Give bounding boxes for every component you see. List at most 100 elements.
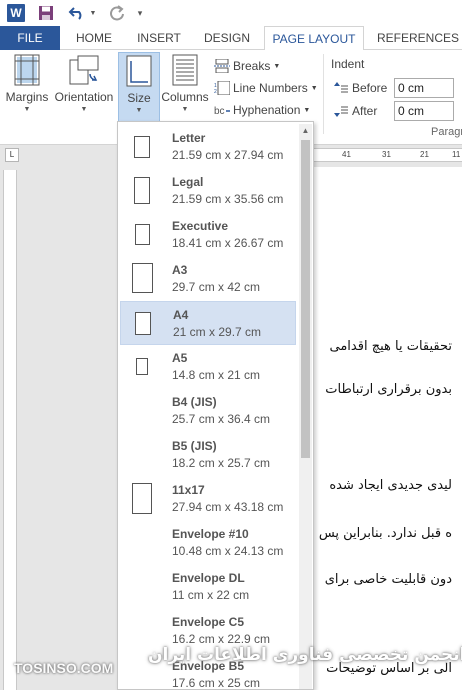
margins-label: Margins	[5, 90, 49, 104]
tab-page-layout[interactable]: PAGE LAYOUT	[264, 26, 364, 51]
spacing-before-row: Before	[334, 78, 388, 98]
ribbon-tabs: FILE HOME INSERT DESIGN PAGE LAYOUT REFE…	[0, 26, 462, 51]
chevron-down-icon: ▼	[273, 62, 281, 70]
size-option-a5[interactable]: A5 14.8 cm x 21 cm	[120, 345, 296, 389]
spacing-after-row: After	[334, 101, 388, 121]
orientation-button[interactable]: Orientation ▼	[52, 54, 116, 124]
size-option-dims: 29.7 cm x 42 cm	[172, 280, 261, 294]
size-option-11x17[interactable]: 11x17 27.94 cm x 43.18 cm	[120, 477, 296, 521]
tab-file[interactable]: FILE	[0, 26, 60, 50]
size-option-name: A3	[172, 263, 188, 277]
customize-qat-icon[interactable]: ▾	[134, 3, 146, 23]
tab-home[interactable]: HOME	[66, 26, 122, 50]
tab-selector[interactable]: L	[5, 148, 19, 162]
svg-text:bc: bc	[214, 106, 225, 117]
chevron-down-icon: ▼	[80, 106, 88, 113]
spacing-before-icon	[334, 82, 348, 93]
chevron-down-icon: ▼	[181, 106, 189, 113]
hyphenation-icon: bc	[214, 106, 230, 117]
chevron-down-icon: ▼	[310, 84, 318, 92]
watermark-english: TOSINSO.COM	[14, 660, 114, 676]
line-numbers-icon: 12	[214, 81, 230, 95]
size-label: Size	[127, 91, 151, 105]
scroll-up-arrow-icon[interactable]: ▲	[299, 124, 312, 137]
size-option-envelope-10[interactable]: Envelope #10 10.48 cm x 24.13 cm	[120, 521, 296, 565]
spacing-after-icon	[334, 106, 348, 117]
paper-icon	[135, 224, 150, 245]
quick-access-toolbar: W ▼ ▾	[0, 0, 462, 26]
size-option-executive[interactable]: Executive 18.41 cm x 26.67 cm	[120, 213, 296, 257]
chevron-down-icon: ▼	[23, 106, 31, 113]
size-option-b4-jis[interactable]: B4 (JIS) 25.7 cm x 36.4 cm	[120, 389, 296, 433]
size-option-name: B5 (JIS)	[172, 439, 217, 453]
document-line: دون قابلیت خاصی برای	[324, 572, 452, 587]
margins-button[interactable]: Margins ▼	[4, 54, 50, 124]
paper-icon	[132, 263, 153, 293]
paper-icon	[134, 136, 150, 158]
size-option-dims: 21.59 cm x 27.94 cm	[172, 148, 284, 162]
size-option-name: Letter	[172, 131, 206, 145]
size-option-dims: 21 cm x 29.7 cm	[173, 325, 262, 339]
hyphenation-button[interactable]: bc Hyphenation ▼	[214, 100, 310, 120]
breaks-button[interactable]: Breaks ▼	[214, 56, 280, 76]
watermark-persian: ITPro.ir - انجمن تخصصی فناوری اطلاعات ای…	[148, 645, 462, 665]
ruler-tick-label: 31	[382, 150, 391, 159]
size-option-dims: 25.7 cm x 36.4 cm	[172, 412, 271, 426]
size-option-a3[interactable]: A3 29.7 cm x 42 cm	[120, 257, 296, 301]
save-button[interactable]	[37, 3, 55, 23]
size-option-envelope-dl[interactable]: Envelope DL 11 cm x 22 cm	[120, 565, 296, 609]
ruler-tick-label: 21	[420, 150, 429, 159]
horizontal-ruler[interactable]: 41 31 21 11	[312, 148, 462, 162]
spacing-after-input[interactable]	[394, 101, 454, 121]
word-window: W ▼ ▾ FILE HOME INSERT DESIGN PAGE LAYOU…	[0, 0, 462, 690]
size-option-a4[interactable]: A4 21 cm x 29.7 cm	[120, 301, 296, 345]
svg-text:2: 2	[214, 89, 217, 95]
indent-label: Indent	[331, 57, 365, 71]
ribbon-separator	[323, 54, 324, 134]
breaks-icon	[214, 59, 230, 73]
size-option-name: Envelope C5	[172, 615, 245, 629]
undo-dropdown-icon[interactable]: ▼	[88, 3, 98, 23]
word-app-icon: W	[7, 4, 25, 22]
document-line: تحقیقات یا هیچ اقدامی	[329, 339, 453, 354]
paper-icon	[134, 177, 150, 204]
line-numbers-button[interactable]: 12 Line Numbers ▼	[214, 78, 318, 98]
size-icon	[126, 55, 152, 87]
hyphenation-label: Hyphenation	[233, 103, 301, 117]
size-option-name: Executive	[172, 219, 229, 233]
size-option-letter[interactable]: Letter 21.59 cm x 27.94 cm	[120, 125, 296, 169]
size-option-b5-jis[interactable]: B5 (JIS) 18.2 cm x 25.7 cm	[120, 433, 296, 477]
vertical-ruler[interactable]	[3, 170, 17, 690]
undo-icon	[68, 7, 82, 20]
size-option-dims: 21.59 cm x 35.56 cm	[172, 192, 284, 206]
columns-button[interactable]: Columns ▼	[160, 54, 210, 124]
size-option-legal[interactable]: Legal 21.59 cm x 35.56 cm	[120, 169, 296, 213]
ruler-tick-label: 11	[452, 150, 461, 159]
size-option-dims: 27.94 cm x 43.18 cm	[172, 500, 284, 514]
tab-references[interactable]: REFERENCES	[374, 26, 462, 50]
scroll-thumb[interactable]	[301, 140, 310, 458]
document-line: بدون برقراری ارتباطات	[325, 382, 452, 397]
size-option-name: B4 (JIS)	[172, 395, 217, 409]
size-button[interactable]: Size ▼	[118, 52, 160, 122]
size-menu-scrollbar[interactable]: ▲	[299, 124, 312, 689]
size-dropdown-menu: Letter 21.59 cm x 27.94 cm Legal 21.59 c…	[117, 121, 314, 690]
spacing-before-label: Before	[352, 81, 388, 95]
document-line: ه قبل ندارد. بنابراین پس	[318, 526, 452, 541]
columns-icon	[172, 54, 198, 86]
ruler-tick-label: 41	[342, 150, 351, 159]
tab-design[interactable]: DESIGN	[198, 26, 256, 50]
paragraph-group-label: Paragr	[431, 126, 462, 138]
spacing-before-input[interactable]	[394, 78, 454, 98]
size-option-name: Legal	[172, 175, 204, 189]
tab-insert[interactable]: INSERT	[131, 26, 187, 50]
undo-button[interactable]	[66, 3, 88, 23]
size-option-dims: 18.2 cm x 25.7 cm	[172, 456, 271, 470]
size-option-dims: 16.2 cm x 22.9 cm	[172, 632, 271, 646]
spacing-after-label: After	[352, 104, 378, 118]
redo-button[interactable]	[108, 3, 126, 23]
size-option-dims: 10.48 cm x 24.13 cm	[172, 544, 284, 558]
paper-icon	[135, 312, 151, 335]
orientation-icon	[69, 55, 99, 85]
size-option-name: Envelope DL	[172, 571, 245, 585]
